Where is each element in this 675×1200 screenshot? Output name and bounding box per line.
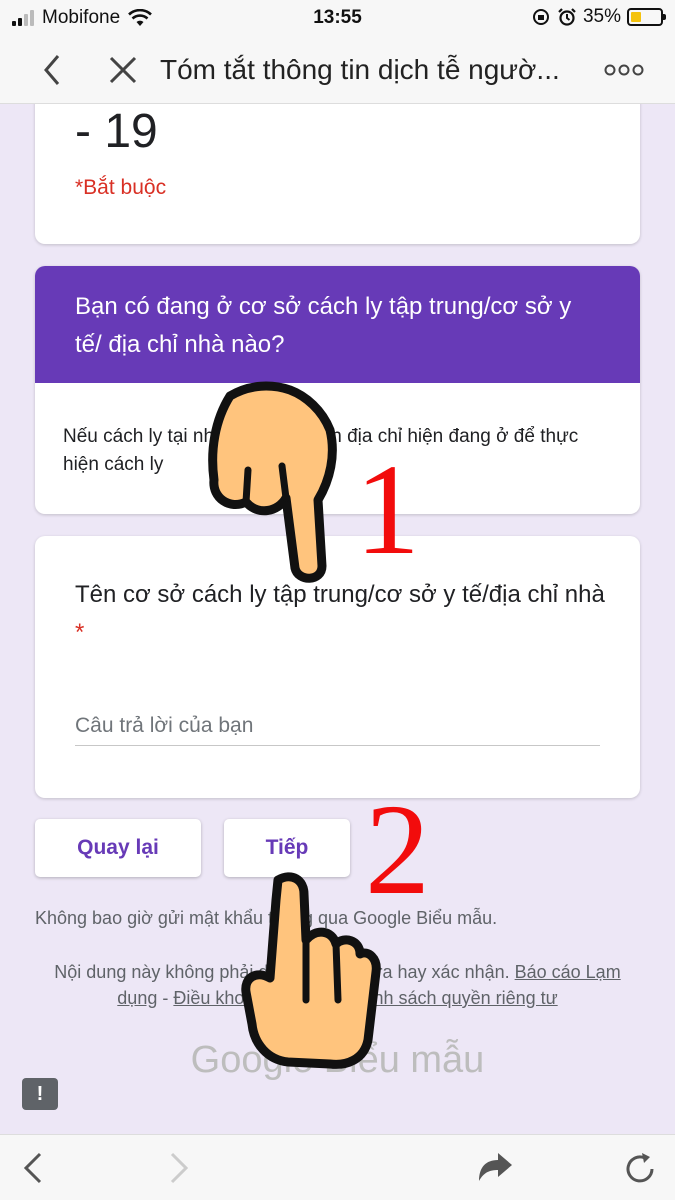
privacy-link[interactable]: Chính sách quyền riêng tư xyxy=(346,988,558,1008)
back-button[interactable]: Quay lại xyxy=(35,819,201,877)
browser-toolbar xyxy=(0,1134,675,1200)
close-icon[interactable] xyxy=(106,50,140,90)
brand-google: Google xyxy=(190,1039,314,1081)
answer-input[interactable] xyxy=(75,706,600,746)
step-number-1: 1 xyxy=(355,438,420,582)
required-star: * xyxy=(75,619,85,646)
more-options-icon[interactable] xyxy=(604,58,644,82)
page-title: Tóm tắt thông tin dịch tễ ngườ... xyxy=(160,54,560,85)
rotation-lock-icon xyxy=(532,9,549,25)
terms-link[interactable]: Điều khoản Dịch vụ xyxy=(173,988,329,1008)
battery-icon xyxy=(627,8,666,26)
back-arrow-icon[interactable] xyxy=(38,50,66,90)
section-card: Bạn có đang ở cơ sở cách ly tập trung/cơ… xyxy=(35,266,640,514)
legal-text: Nội dung này không phải do Google tạo ra… xyxy=(54,962,510,982)
legal-notice: Nội dung này không phải do Google tạo ra… xyxy=(35,959,640,1011)
next-button[interactable]: Tiếp xyxy=(224,819,350,877)
question-text: Tên cơ sở cách ly tập trung/cơ sở y tế/đ… xyxy=(75,581,605,608)
google-forms-logo: Google Biểu mẫu xyxy=(0,1039,675,1082)
status-right-group: 35% xyxy=(531,6,666,28)
required-note: *Bắt buộc xyxy=(75,176,167,199)
question-label: Tên cơ sở cách ly tập trung/cơ sở y tế/đ… xyxy=(75,576,615,652)
nav-bar: Tóm tắt thông tin dịch tễ ngườ... xyxy=(0,36,675,104)
reload-icon[interactable] xyxy=(622,1151,658,1187)
step-number-2: 2 xyxy=(365,778,430,922)
legal-separator: - xyxy=(162,988,169,1008)
form-title-partial: - 19 xyxy=(75,105,158,158)
form-content: - 19 *Bắt buộc Bạn có đang ở cơ sở cách … xyxy=(0,104,675,1134)
alarm-icon xyxy=(558,8,576,26)
form-header-card: - 19 *Bắt buộc xyxy=(35,104,640,244)
section-description: Nếu cách ly tại nhà, vui lòng điền địa c… xyxy=(63,426,579,475)
share-icon[interactable] xyxy=(476,1151,514,1185)
legal-separator-2: - xyxy=(334,988,341,1008)
browser-back-icon[interactable] xyxy=(20,1151,46,1185)
feedback-icon[interactable]: ! xyxy=(22,1078,58,1110)
browser-forward-icon[interactable] xyxy=(166,1151,192,1185)
section-title: Bạn có đang ở cơ sở cách ly tập trung/cơ… xyxy=(35,266,640,383)
brand-forms: Biểu mẫu xyxy=(323,1039,485,1081)
question-card: Tên cơ sở cách ly tập trung/cơ sở y tế/đ… xyxy=(35,536,640,798)
battery-percent: 35% xyxy=(582,6,621,27)
status-bar: Mobifone 13:55 35% xyxy=(0,0,675,36)
